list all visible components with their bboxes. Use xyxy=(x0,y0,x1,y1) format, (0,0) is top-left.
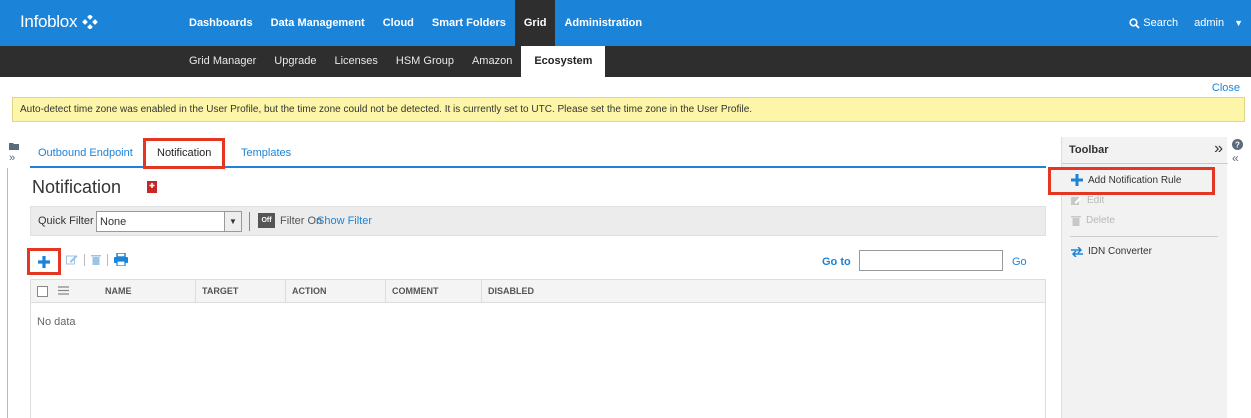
toolbar-section-divider xyxy=(1070,236,1218,237)
top-navigation-bar: Infoblox Dashboards Data Management Clou… xyxy=(0,0,1251,46)
folder-icon xyxy=(9,143,19,150)
chevron-down-icon: ▼ xyxy=(224,212,241,231)
expand-left-icon: « xyxy=(1232,151,1239,165)
tab-templates[interactable]: Templates xyxy=(241,138,291,168)
nav-cloud[interactable]: Cloud xyxy=(374,0,423,46)
right-toolbar-panel: Toolbar » Add Notification Rule Edit Del… xyxy=(1048,137,1228,418)
quick-filter-select[interactable]: None ▼ xyxy=(96,211,242,232)
tab-notification[interactable]: Notification xyxy=(143,138,226,169)
edit-icon xyxy=(1071,196,1082,205)
expand-right-icon: » xyxy=(9,152,16,164)
column-header-name[interactable]: NAME xyxy=(99,280,132,302)
select-all-checkbox[interactable] xyxy=(37,286,48,297)
column-header-disabled[interactable]: DISABLED xyxy=(481,280,601,302)
go-button[interactable]: Go xyxy=(1012,256,1027,268)
search-label: Search xyxy=(1143,17,1179,29)
sub-nav: Grid Manager Upgrade Licenses HSM Group … xyxy=(180,46,606,77)
chevron-down-icon: ▼ xyxy=(1234,18,1243,28)
subnav-grid-manager[interactable]: Grid Manager xyxy=(180,46,265,77)
grid-header: NAME TARGET ACTION COMMENT DISABLED xyxy=(30,279,1046,303)
quick-filter-label: Quick Filter xyxy=(38,215,94,227)
subnav-upgrade[interactable]: Upgrade xyxy=(265,46,325,77)
user-menu[interactable]: admin ▼ xyxy=(1194,17,1243,29)
nav-dashboards[interactable]: Dashboards xyxy=(180,0,262,46)
delete-button[interactable]: Delete xyxy=(1071,215,1115,226)
close-banner-link[interactable]: Close xyxy=(1212,82,1240,94)
main-nav: Dashboards Data Management Cloud Smart F… xyxy=(180,0,651,46)
search-icon xyxy=(1129,17,1140,29)
quick-filter-bar: Quick Filter None ▼ Off Filter On Show F… xyxy=(30,206,1046,236)
user-name: admin xyxy=(1194,17,1225,29)
subnav-licenses[interactable]: Licenses xyxy=(325,46,386,77)
quick-filter-value: None xyxy=(100,216,127,228)
trash-icon xyxy=(1071,216,1081,226)
page-title: Notification xyxy=(32,177,122,197)
logo-text: Infoblox xyxy=(20,12,78,31)
goto-input[interactable] xyxy=(859,250,1003,271)
collapse-toolbar-icon[interactable]: » xyxy=(1214,140,1223,158)
plus-icon xyxy=(1071,174,1083,186)
show-filter-link[interactable]: Show Filter xyxy=(317,215,372,227)
toolbar-title: Toolbar xyxy=(1069,144,1109,156)
left-rail-divider xyxy=(7,168,8,418)
idn-converter-button[interactable]: IDN Converter xyxy=(1071,246,1152,257)
filter-on-label: Filter On xyxy=(280,215,323,227)
goto-label: Go to xyxy=(822,256,851,268)
nav-grid[interactable]: Grid xyxy=(514,0,556,46)
filter-toggle-switch[interactable]: Off xyxy=(258,213,275,228)
delete-label: Delete xyxy=(1086,215,1115,226)
infoblox-logo[interactable]: Infoblox xyxy=(20,12,100,32)
edit-label: Edit xyxy=(1087,195,1105,206)
column-header-action[interactable]: ACTION xyxy=(285,280,385,302)
bookmark-icon[interactable] xyxy=(147,181,157,193)
top-right-controls: Search admin ▼ xyxy=(1129,0,1243,46)
grid-toolbar-icons xyxy=(66,253,128,266)
toolbar-separator xyxy=(107,253,108,266)
subnav-hsm-group[interactable]: HSM Group xyxy=(387,46,463,77)
help-icon: ? xyxy=(1232,139,1243,150)
column-header-target[interactable]: TARGET xyxy=(195,280,285,302)
subnav-amazon[interactable]: Amazon xyxy=(463,46,521,77)
ecosystem-tabs: Outbound Endpoint Notification Templates xyxy=(30,138,1046,169)
sub-navigation-bar: Grid Manager Upgrade Licenses HSM Group … xyxy=(0,46,1251,77)
add-notification-button[interactable] xyxy=(27,248,61,275)
idn-converter-label: IDN Converter xyxy=(1088,246,1152,257)
nav-smart-folders[interactable]: Smart Folders xyxy=(423,0,515,46)
toolbar-divider xyxy=(1062,163,1228,164)
toolbar-separator xyxy=(84,253,85,266)
column-header-comment[interactable]: COMMENT xyxy=(385,280,481,302)
add-notification-rule-button[interactable]: Add Notification Rule xyxy=(1071,174,1181,186)
filter-divider xyxy=(249,212,250,231)
nav-data-management[interactable]: Data Management xyxy=(262,0,374,46)
add-notification-rule-label: Add Notification Rule xyxy=(1088,174,1182,186)
print-icon[interactable] xyxy=(114,253,128,266)
column-menu-icon[interactable] xyxy=(58,286,69,295)
svg-text:?: ? xyxy=(1235,141,1240,150)
help-panel-toggle[interactable]: ? « xyxy=(1232,139,1243,165)
edit-icon[interactable] xyxy=(66,254,78,265)
subnav-ecosystem[interactable]: Ecosystem xyxy=(521,46,606,77)
left-panel-toggle[interactable]: » xyxy=(9,141,19,164)
nav-administration[interactable]: Administration xyxy=(555,0,651,46)
empty-grid-message: No data xyxy=(37,316,76,328)
logo-mark-icon xyxy=(82,15,98,29)
trash-icon[interactable] xyxy=(91,254,101,265)
timezone-warning-banner: Auto-detect time zone was enabled in the… xyxy=(12,97,1245,122)
grid-body: No data xyxy=(30,303,1046,418)
global-search-button[interactable]: Search xyxy=(1129,17,1178,29)
edit-button[interactable]: Edit xyxy=(1071,195,1104,206)
tab-outbound-endpoint[interactable]: Outbound Endpoint xyxy=(38,138,133,168)
plus-icon xyxy=(38,255,50,268)
convert-arrows-icon xyxy=(1071,246,1083,257)
